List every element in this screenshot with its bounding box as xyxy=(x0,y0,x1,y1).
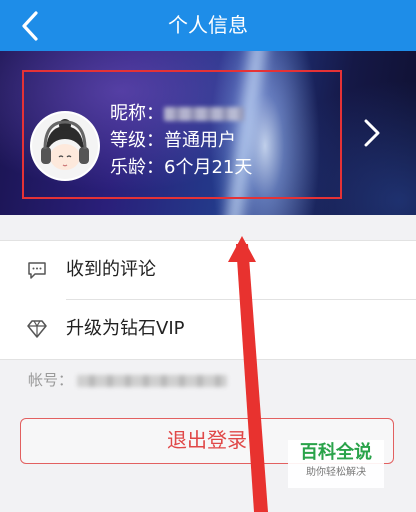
top-nav-bar xyxy=(0,0,416,51)
menu-item-label: 收到的评论 xyxy=(66,259,156,280)
profile-card[interactable]: 昵称： 等级：普通用户 乐龄：6个月21天 xyxy=(0,51,416,215)
watermark-subtitle: 助你轻松解决 xyxy=(306,467,366,478)
menu-item-upgrade-vip[interactable]: 升级为钻石VIP xyxy=(0,300,416,358)
menu-item-label: 升级为钻石VIP xyxy=(66,318,185,339)
chevron-left-icon xyxy=(22,11,38,41)
account-row: 帐号： xyxy=(28,368,228,392)
back-button[interactable] xyxy=(10,7,50,45)
menu-list: 收到的评论 升级为钻石VIP xyxy=(0,240,416,360)
account-value-blurred xyxy=(77,374,228,387)
highlight-annotation-box xyxy=(22,70,342,199)
watermark-title: 百科全说 xyxy=(300,442,372,463)
profile-detail-button[interactable] xyxy=(360,117,384,149)
comment-icon xyxy=(28,262,46,279)
chevron-right-icon xyxy=(364,119,380,147)
menu-item-comments[interactable]: 收到的评论 xyxy=(0,241,416,299)
account-label: 帐号： xyxy=(28,371,74,389)
watermark-logo: 百科全说 助你轻松解决 xyxy=(288,440,384,488)
diamond-icon xyxy=(27,320,47,338)
